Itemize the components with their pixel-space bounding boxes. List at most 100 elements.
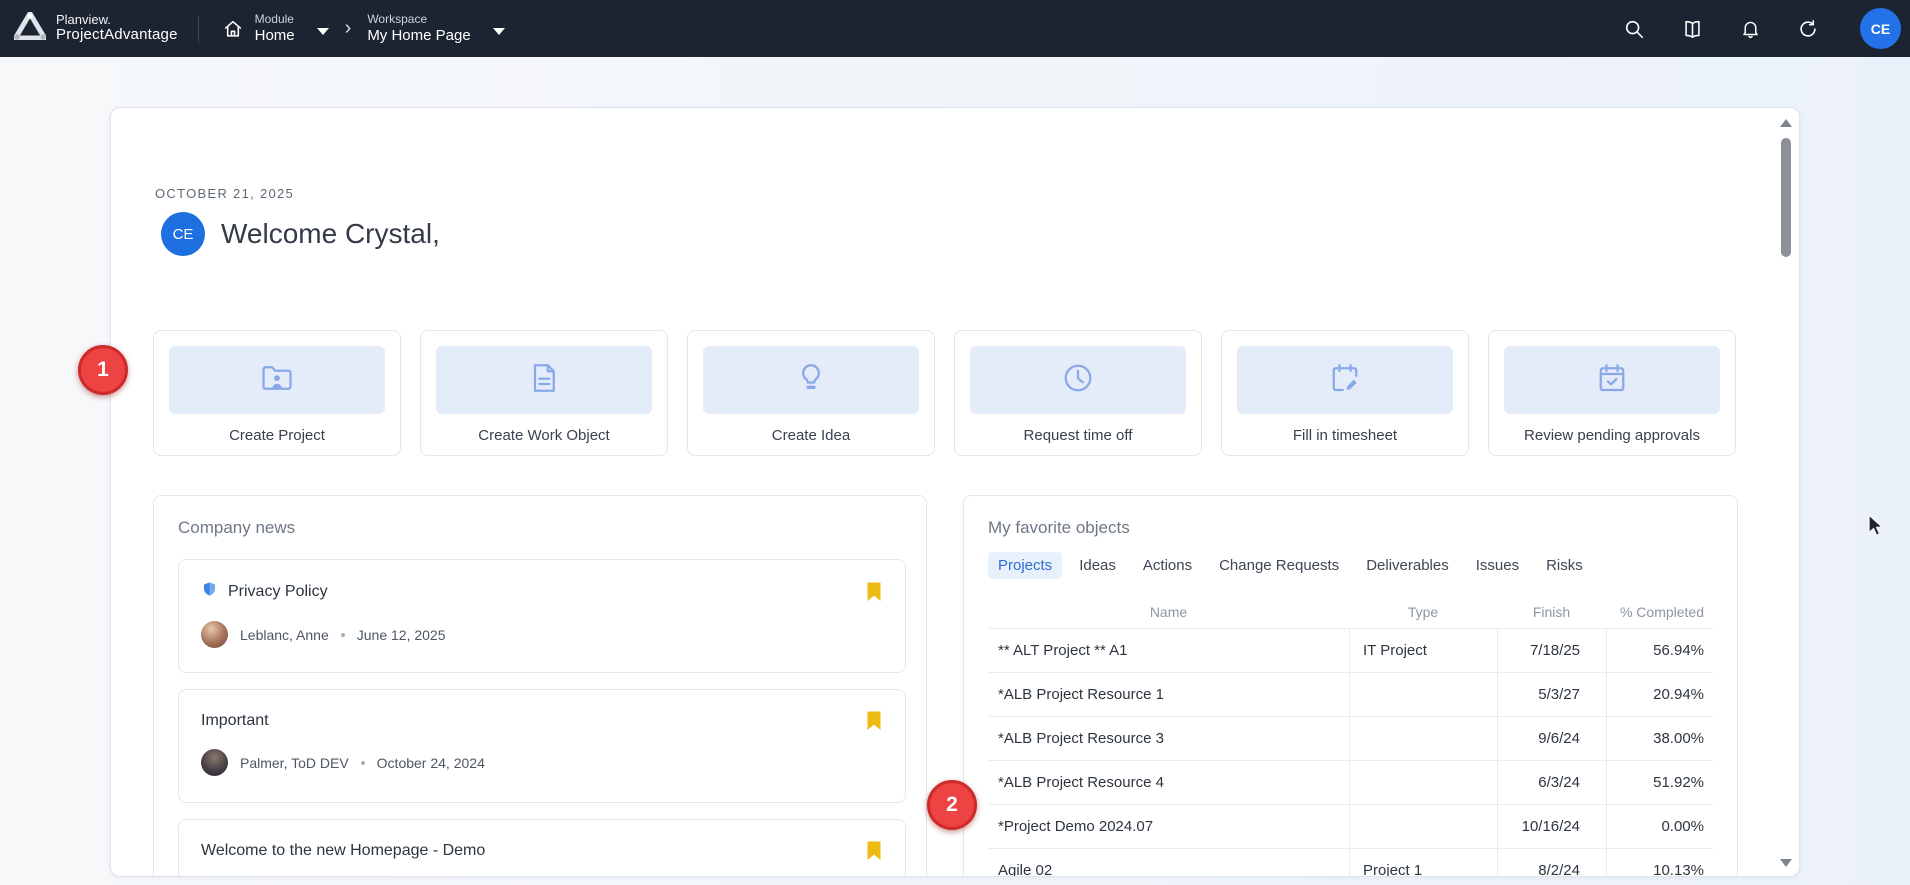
top-bar: Planview. ProjectAdvantage Module Home ›: [0, 0, 1910, 57]
cell-type: [1349, 805, 1497, 849]
table-row[interactable]: Agile 02 Project 1 8/2/24 10.13%: [988, 849, 1713, 877]
cell-name: *ALB Project Resource 4: [988, 761, 1349, 805]
action-label: Create Work Object: [436, 427, 652, 444]
column-header-type[interactable]: Type: [1349, 604, 1497, 620]
breadcrumb-chevron-icon: ›: [345, 17, 352, 40]
favorite-objects-panel: My favorite objects Projects Ideas Actio…: [963, 495, 1738, 877]
workspace-caret-down-icon[interactable]: [493, 28, 505, 35]
news-item[interactable]: Important Palmer, ToD DEV October 24, 20…: [178, 689, 906, 803]
mouse-cursor: [1868, 514, 1890, 545]
refresh-icon[interactable]: [1796, 17, 1820, 41]
tab-ideas[interactable]: Ideas: [1069, 552, 1126, 579]
notifications-bell-icon[interactable]: [1738, 17, 1762, 41]
file-icon: [526, 360, 562, 401]
dot-separator: [341, 633, 345, 637]
home-page-panel: OCTOBER 21, 2025 CE Welcome Crystal, Cr: [110, 107, 1800, 877]
clock-icon: [1060, 360, 1096, 401]
dot-separator: [361, 761, 365, 765]
table-row[interactable]: *ALB Project Resource 1 5/3/27 20.94%: [988, 673, 1713, 717]
scroll-up-arrow-icon[interactable]: [1780, 119, 1792, 127]
news-item-title: Privacy Policy: [228, 583, 328, 601]
news-author: Leblanc, Anne: [240, 627, 329, 643]
cell-type: IT Project: [1349, 629, 1497, 673]
author-avatar: [201, 621, 228, 648]
bookmark-icon[interactable]: [865, 840, 883, 862]
workspace-value: My Home Page: [367, 27, 470, 46]
tab-risks[interactable]: Risks: [1536, 552, 1593, 579]
action-label: Request time off: [970, 427, 1186, 444]
bookmark-icon[interactable]: [865, 710, 883, 732]
tab-deliverables[interactable]: Deliverables: [1356, 552, 1459, 579]
annotation-badge-1: 1: [78, 345, 128, 395]
news-item[interactable]: Welcome to the new Homepage - Demo: [178, 819, 906, 877]
table-row[interactable]: *ALB Project Resource 3 9/6/24 38.00%: [988, 717, 1713, 761]
cell-name: ** ALT Project ** A1: [988, 629, 1349, 673]
scrollbar-thumb[interactable]: [1781, 138, 1791, 257]
annotation-badge-2: 2: [927, 780, 977, 830]
review-pending-approvals-card[interactable]: Review pending approvals: [1488, 330, 1736, 456]
module-selector[interactable]: Module Home: [221, 12, 329, 46]
home-icon: [221, 17, 245, 41]
planview-logo-icon: [14, 12, 46, 45]
cell-finish: 5/3/27: [1497, 673, 1606, 717]
brand-line1: Planview.: [56, 13, 178, 27]
calendar-check-icon: [1594, 360, 1630, 401]
tab-change-requests[interactable]: Change Requests: [1209, 552, 1349, 579]
tab-issues[interactable]: Issues: [1466, 552, 1529, 579]
cell-finish: 8/2/24: [1497, 849, 1606, 877]
module-label: Module: [255, 12, 295, 27]
module-caret-down-icon[interactable]: [317, 28, 329, 35]
tab-actions[interactable]: Actions: [1133, 552, 1202, 579]
vertical-scrollbar: [1778, 111, 1794, 875]
favorites-title: My favorite objects: [988, 518, 1713, 538]
column-header-pct-completed[interactable]: % Completed: [1606, 604, 1712, 620]
cell-name: Agile 02: [988, 849, 1349, 877]
action-label: Review pending approvals: [1504, 427, 1720, 444]
create-work-object-card[interactable]: Create Work Object: [420, 330, 668, 456]
search-icon[interactable]: [1622, 17, 1646, 41]
create-idea-card[interactable]: Create Idea: [687, 330, 935, 456]
favorites-tabs: Projects Ideas Actions Change Requests D…: [988, 552, 1713, 579]
news-author: Palmer, ToD DEV: [240, 755, 349, 771]
calendar-edit-icon: [1327, 360, 1363, 401]
news-item[interactable]: Privacy Policy Leblanc, Anne June 12, 20…: [178, 559, 906, 673]
action-label: Fill in timesheet: [1237, 427, 1453, 444]
cell-finish: 7/18/25: [1497, 629, 1606, 673]
app-screen: Planview. ProjectAdvantage Module Home ›: [0, 0, 1910, 885]
brand-logo[interactable]: Planview. ProjectAdvantage: [0, 12, 178, 45]
workspace-selector[interactable]: Workspace My Home Page: [367, 12, 504, 46]
news-date: October 24, 2024: [377, 755, 485, 771]
scroll-down-arrow-icon[interactable]: [1780, 859, 1792, 867]
folder-user-icon: [259, 360, 295, 401]
lightbulb-icon: [793, 360, 829, 401]
user-avatar[interactable]: CE: [1860, 8, 1901, 49]
request-time-off-card[interactable]: Request time off: [954, 330, 1202, 456]
column-header-name[interactable]: Name: [988, 604, 1349, 620]
cell-type: Project 1: [1349, 849, 1497, 877]
favorites-table: Name Type Finish % Completed ** ALT Proj…: [988, 596, 1713, 877]
table-row[interactable]: *Project Demo 2024.07 10/16/24 0.00%: [988, 805, 1713, 849]
bookmark-icon[interactable]: [865, 581, 883, 603]
news-item-title: Welcome to the new Homepage - Demo: [201, 842, 485, 860]
cell-pct: 0.00%: [1606, 805, 1712, 849]
shield-icon: [201, 580, 218, 604]
welcome-header: CE Welcome Crystal,: [161, 212, 440, 256]
table-row[interactable]: *ALB Project Resource 4 6/3/24 51.92%: [988, 761, 1713, 805]
cell-type: [1349, 673, 1497, 717]
cell-pct: 56.94%: [1606, 629, 1712, 673]
documentation-book-icon[interactable]: [1680, 17, 1704, 41]
cell-name: *ALB Project Resource 3: [988, 717, 1349, 761]
module-value: Home: [255, 27, 295, 46]
welcome-avatar[interactable]: CE: [161, 212, 205, 256]
cell-name: *Project Demo 2024.07: [988, 805, 1349, 849]
table-row[interactable]: ** ALT Project ** A1 IT Project 7/18/25 …: [988, 629, 1713, 673]
topbar-divider: [198, 15, 199, 43]
welcome-greeting: Welcome Crystal,: [221, 218, 440, 250]
news-item-title: Important: [201, 712, 269, 730]
tab-projects[interactable]: Projects: [988, 552, 1062, 579]
create-project-card[interactable]: Create Project: [153, 330, 401, 456]
cell-pct: 20.94%: [1606, 673, 1712, 717]
fill-in-timesheet-card[interactable]: Fill in timesheet: [1221, 330, 1469, 456]
column-header-finish[interactable]: Finish: [1497, 604, 1606, 620]
cell-finish: 10/16/24: [1497, 805, 1606, 849]
